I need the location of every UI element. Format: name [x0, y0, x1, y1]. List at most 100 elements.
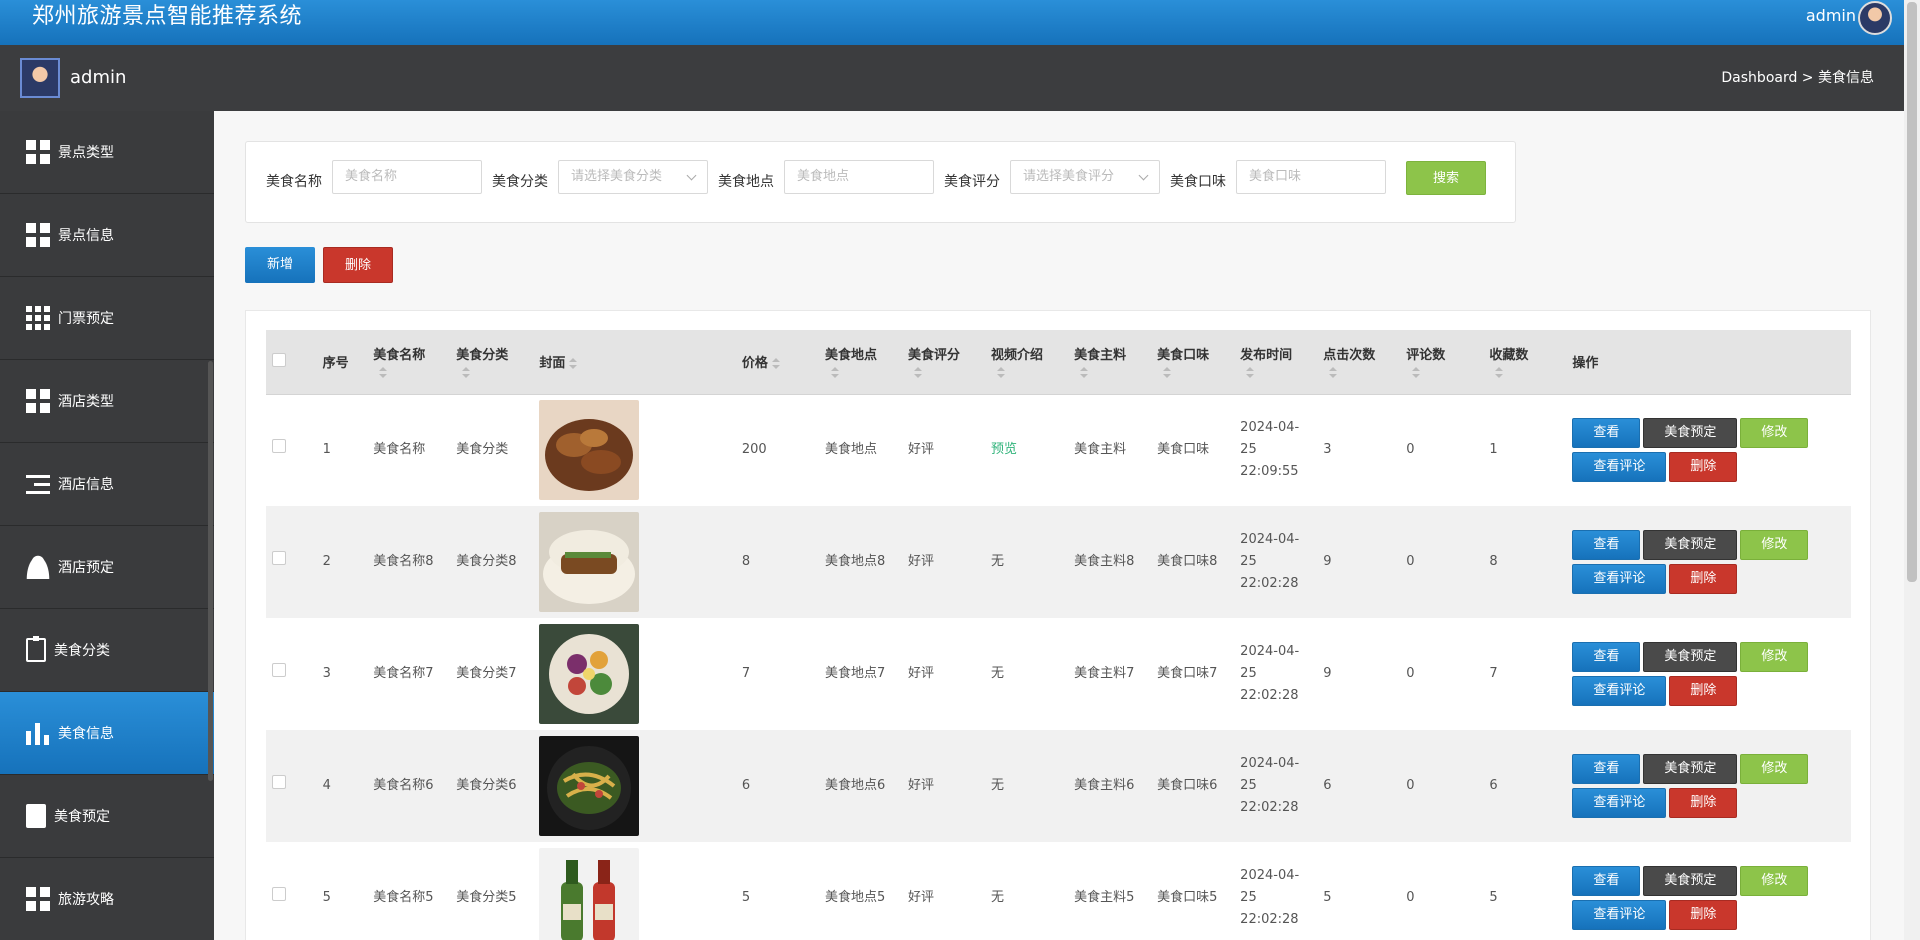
sort-icon[interactable]	[1412, 367, 1421, 379]
cell-location: 美食地点8	[818, 506, 902, 618]
header-taste[interactable]: 美食口味	[1151, 330, 1235, 395]
header-comments[interactable]: 评论数	[1400, 330, 1484, 395]
view-comments-button[interactable]: 查看评论	[1572, 900, 1667, 930]
sidebar-item-food-category[interactable]: 美食分类	[0, 609, 214, 692]
view-button[interactable]: 查看	[1572, 418, 1641, 449]
sidebar-item-scenic-info[interactable]: 景点信息	[0, 194, 214, 277]
table-header-row: 序号 美食名称 美食分类 封面 价格 美食地点 美食评分 视频介绍 美食主料 美…	[266, 330, 1851, 395]
view-comments-button[interactable]: 查看评论	[1572, 676, 1667, 706]
view-button[interactable]: 查看	[1572, 866, 1641, 896]
sort-icon[interactable]	[771, 357, 780, 370]
sort-icon[interactable]	[1329, 367, 1338, 379]
sidebar-item-scenic-type[interactable]: 景点类型	[0, 111, 214, 194]
header-video[interactable]: 视频介绍	[985, 330, 1069, 395]
sidebar-item-ticket-booking[interactable]: 门票预定	[0, 277, 214, 360]
select-all-checkbox[interactable]	[272, 352, 286, 367]
header-cover[interactable]: 封面	[533, 330, 736, 395]
cell-taste: 美食口味8	[1151, 506, 1235, 618]
page-scrollbar-thumb[interactable]	[1907, 2, 1917, 582]
book-food-button[interactable]: 美食预定	[1643, 418, 1738, 449]
header-clicks[interactable]: 点击次数	[1317, 330, 1401, 395]
edit-button[interactable]: 修改	[1740, 418, 1809, 449]
food-taste-input[interactable]: 美食口味	[1236, 160, 1386, 194]
main-content: 美食名称 美食名称 美食分类 请选择美食分类 美食地点 美食地点 美食评分 请选…	[214, 111, 1904, 940]
sidebar-scrollbar[interactable]	[208, 361, 213, 781]
book-food-button[interactable]: 美食预定	[1643, 642, 1738, 672]
edit-button[interactable]: 修改	[1740, 530, 1809, 560]
header-label: 美食评分	[907, 348, 960, 364]
row-checkbox[interactable]	[272, 775, 286, 789]
cell-name: 美食名称6	[367, 730, 451, 842]
book-food-button[interactable]: 美食预定	[1643, 754, 1738, 784]
header-time[interactable]: 发布时间	[1234, 330, 1318, 395]
sidebar-item-food-booking[interactable]: 美食预定	[0, 775, 214, 858]
delete-button[interactable]: 删除	[1669, 676, 1738, 706]
sort-icon[interactable]	[462, 367, 471, 379]
sidebar-item-hotel-type[interactable]: 酒店类型	[0, 360, 214, 443]
row-checkbox[interactable]	[272, 551, 286, 565]
delete-button[interactable]: 删除	[1669, 564, 1738, 594]
sort-icon[interactable]	[1080, 367, 1089, 379]
view-comments-button[interactable]: 查看评论	[1572, 452, 1667, 483]
header-rating[interactable]: 美食评分	[901, 330, 986, 395]
sidebar-item-label: 酒店类型	[58, 394, 114, 410]
header-category[interactable]: 美食分类	[450, 330, 534, 395]
add-button[interactable]: 新增	[245, 247, 315, 283]
view-comments-button[interactable]: 查看评论	[1572, 788, 1667, 818]
view-button[interactable]: 查看	[1572, 530, 1641, 560]
page-scrollbar[interactable]	[1904, 0, 1920, 940]
row-checkbox[interactable]	[272, 887, 286, 901]
cell-main: 美食主料8	[1068, 506, 1152, 618]
sidebar-item-travel-guide[interactable]: 旅游攻略	[0, 858, 214, 940]
food-rating-select[interactable]: 请选择美食评分	[1010, 160, 1160, 194]
search-button[interactable]: 搜索	[1406, 161, 1486, 195]
food-location-input[interactable]: 美食地点	[784, 160, 934, 194]
header-favorites[interactable]: 收藏数	[1483, 330, 1567, 395]
food-category-select[interactable]: 请选择美食分类	[558, 160, 708, 194]
header-name[interactable]: 美食名称	[367, 330, 451, 395]
sidebar-item-label: 美食分类	[54, 643, 110, 659]
cell-favorites: 7	[1483, 618, 1567, 730]
top-user-name[interactable]: admin	[1806, 6, 1856, 26]
sort-icon[interactable]	[1495, 367, 1504, 379]
top-avatar[interactable]	[1858, 1, 1892, 35]
cell-clicks: 3	[1317, 394, 1401, 506]
food-cover-image	[539, 512, 640, 612]
sort-icon[interactable]	[1246, 367, 1255, 379]
book-food-button[interactable]: 美食预定	[1643, 530, 1738, 560]
filter-category-label: 美食分类	[492, 174, 548, 190]
view-button[interactable]: 查看	[1572, 754, 1641, 784]
sidebar-item-hotel-booking[interactable]: 酒店预定	[0, 526, 214, 609]
sort-icon[interactable]	[830, 367, 839, 379]
sort-icon[interactable]	[569, 357, 578, 370]
sidebar-item-label: 酒店信息	[58, 477, 114, 493]
header-location[interactable]: 美食地点	[818, 330, 902, 395]
sort-icon[interactable]	[1163, 367, 1172, 379]
header-price[interactable]: 价格	[735, 330, 819, 395]
edit-button[interactable]: 修改	[1740, 754, 1809, 784]
sort-icon[interactable]	[379, 367, 388, 379]
delete-button[interactable]: 删除	[1669, 900, 1738, 930]
user-avatar	[20, 58, 60, 98]
edit-button[interactable]: 修改	[1740, 866, 1809, 896]
sort-icon[interactable]	[913, 367, 922, 379]
edit-button[interactable]: 修改	[1740, 642, 1809, 672]
header-label: 封面	[539, 356, 566, 372]
view-button[interactable]: 查看	[1572, 642, 1641, 672]
row-checkbox[interactable]	[272, 439, 286, 454]
sort-icon[interactable]	[997, 367, 1006, 379]
batch-delete-button[interactable]: 删除	[323, 247, 393, 283]
row-checkbox[interactable]	[272, 663, 286, 677]
sidebar-item-food-info[interactable]: 美食信息	[0, 692, 214, 775]
delete-button[interactable]: 删除	[1669, 452, 1738, 483]
video-preview-link[interactable]: 预览	[991, 442, 1017, 457]
view-comments-button[interactable]: 查看评论	[1572, 564, 1667, 594]
food-name-input[interactable]: 美食名称	[332, 160, 482, 194]
cell-price: 200	[735, 394, 819, 506]
user-bar: admin Dashboard > 美食信息	[0, 45, 1904, 111]
cell-main: 美食主料6	[1068, 730, 1152, 842]
book-food-button[interactable]: 美食预定	[1643, 866, 1738, 896]
delete-button[interactable]: 删除	[1669, 788, 1738, 818]
header-main[interactable]: 美食主料	[1068, 330, 1152, 395]
sidebar-item-hotel-info[interactable]: 酒店信息	[0, 443, 214, 526]
